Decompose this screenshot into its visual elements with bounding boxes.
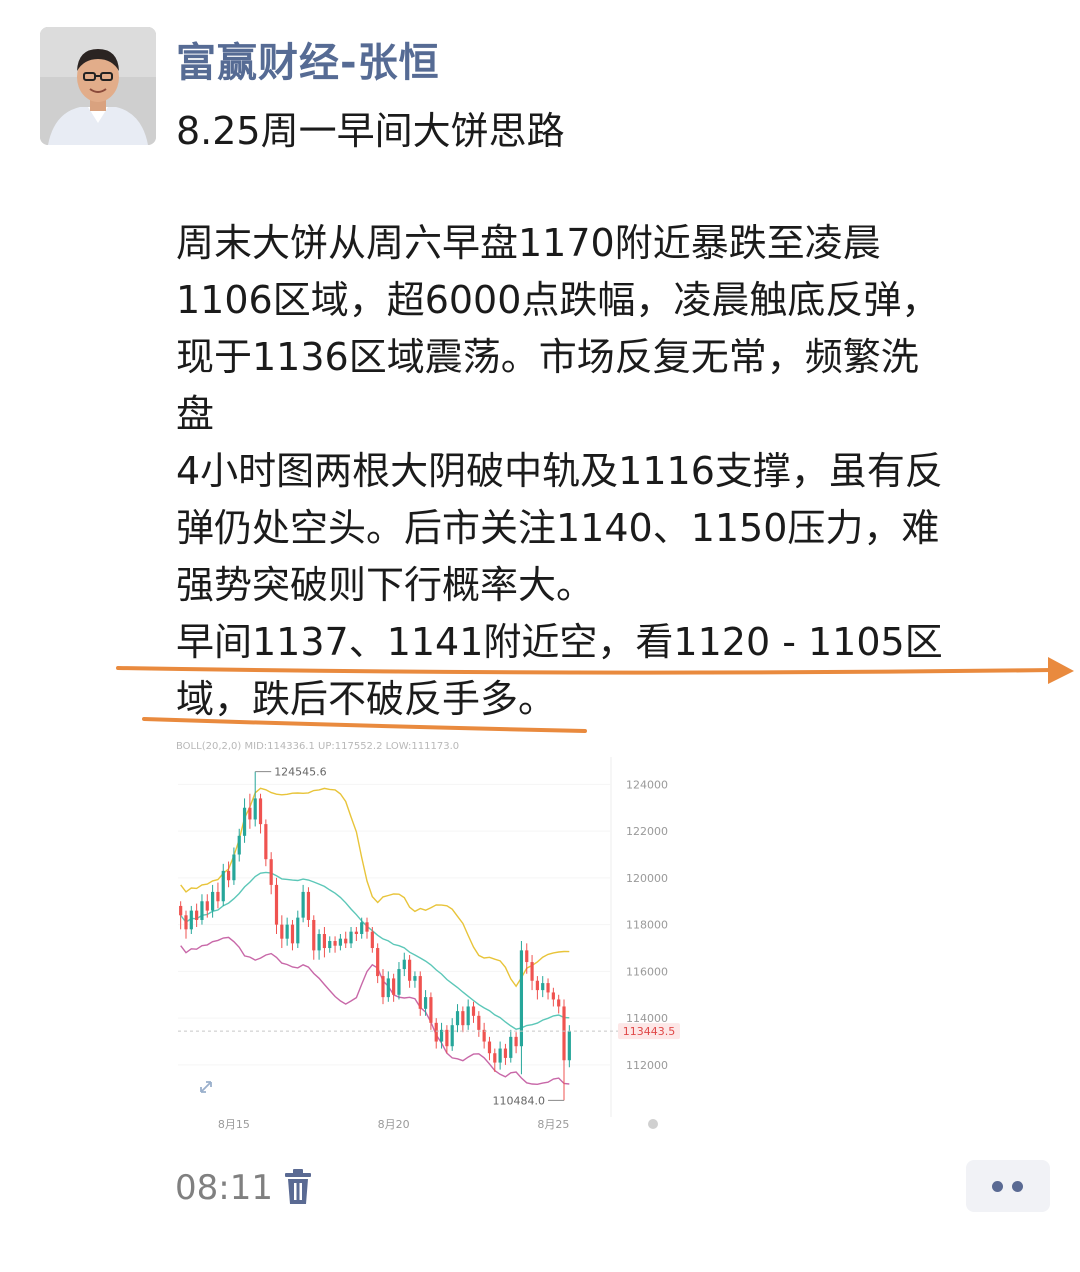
candle-body [216,891,220,902]
candle-body [413,976,417,981]
candle-body [258,798,263,825]
chart-canvas: BOLL(20,2,0) MID:114336.1 UP:117552.2 LO… [174,737,694,1137]
candle-body [376,948,380,977]
more-dots-icon [992,1181,1003,1192]
y-tick-label: 112000 [626,1059,668,1072]
y-tick-label: 124000 [626,778,668,791]
candle-body [237,835,241,855]
candle-body [477,1015,481,1030]
x-tick-label: 8月15 [218,1118,250,1131]
candle-body [195,910,199,920]
price-chart[interactable]: BOLL(20,2,0) MID:114336.1 UP:117552.2 LO… [174,737,694,1137]
chart-settings-dot[interactable] [648,1119,658,1129]
indicator-header: BOLL(20,2,0) MID:114336.1 UP:117552.2 LO… [176,741,459,752]
candle-body [466,1006,470,1026]
y-tick-label: 122000 [626,825,668,838]
post-time: 08:11 [175,1168,273,1208]
candle-body [184,915,188,930]
candle-body [535,980,539,991]
candle-body [557,999,561,1007]
annotation-underline [142,717,587,733]
candle-body [264,824,268,860]
candle-body [567,1031,571,1061]
candle-body [211,891,215,911]
candle-body [312,919,316,951]
candle-body [285,924,289,939]
y-tick-label: 116000 [626,965,668,978]
high-price-label: 124545.6 [274,766,327,779]
candle-body [306,891,311,920]
candle-body [445,1029,449,1047]
candle-body [487,1041,492,1054]
candle-body [290,924,295,944]
candle-body [248,807,252,820]
candle-body [519,950,524,1047]
candle-body [509,1036,513,1058]
candle-body [338,938,342,946]
candle-body [349,931,353,944]
candle-body [221,870,225,902]
more-dots-icon [1012,1181,1023,1192]
candle-body [301,891,305,918]
candle-body [418,976,422,1009]
candle-body [392,978,396,995]
candle-body [200,901,204,920]
candle-body [365,922,369,932]
candle-body [242,807,247,836]
candle-body [344,938,348,944]
candle-body [189,910,193,930]
candle-body [546,983,550,993]
annotation-arrow-line [116,666,1054,675]
candle-body [514,1036,518,1047]
candle-body [232,854,236,881]
annotation-arrow-head [1048,657,1074,684]
candle-body [562,1006,566,1061]
candle-body [226,870,231,881]
candle-body [402,959,406,970]
candle-body [354,931,358,934]
candle-body [423,997,428,1009]
candle-body [434,1022,438,1042]
candle-body [397,969,401,995]
candle-body [317,934,321,951]
expand-icon[interactable] [196,1077,216,1097]
low-price-label: 110484.0 [493,1094,546,1107]
candle-body [370,931,374,949]
candle-body [179,905,183,916]
more-button[interactable] [966,1160,1050,1212]
candle-body [360,922,364,934]
candle-body [408,959,412,981]
candle-body [296,917,300,944]
candle-body [386,978,390,998]
candle-body [253,798,257,820]
trash-icon[interactable] [282,1168,314,1206]
candle-body [525,950,529,963]
candle-body [322,934,327,949]
x-tick-label: 8月20 [378,1118,410,1131]
candle-body [333,941,337,946]
candle-body [498,1048,502,1063]
candle-body [280,924,284,939]
x-tick-label: 8月25 [537,1118,569,1131]
candle-body [541,983,545,991]
candle-body [461,1011,465,1026]
last-price-label: 113443.5 [623,1025,676,1038]
candle-body [503,1048,508,1058]
candle-body [450,1025,454,1047]
candle-body [493,1053,497,1063]
candle-body [471,1006,476,1016]
candle-body [551,992,555,1000]
candle-body [381,976,385,998]
candle-body [274,884,279,925]
candle-body [328,941,332,949]
candle-body [429,997,433,1023]
candle-body [205,901,209,911]
candle-body [269,859,273,885]
y-tick-label: 118000 [626,919,668,932]
annotation-marks [116,657,1074,733]
candle-body [455,1011,460,1026]
y-tick-label: 120000 [626,872,668,885]
candle-body [530,962,534,981]
